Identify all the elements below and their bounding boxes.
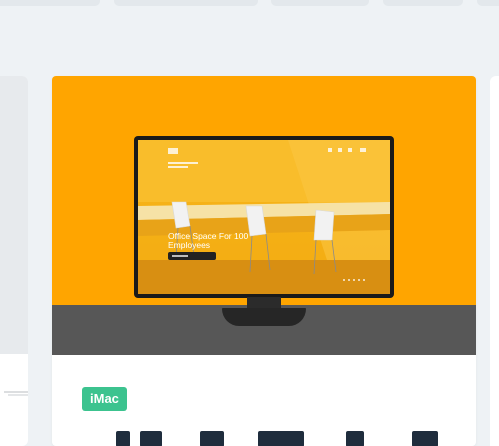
previous-product-card[interactable] (0, 76, 28, 446)
top-filter-pill[interactable] (271, 0, 369, 6)
previous-card-image (0, 76, 28, 354)
category-badge[interactable]: iMac (82, 387, 127, 411)
top-filter-pill[interactable] (477, 0, 499, 6)
product-image: Office Space For 100 Employees (52, 76, 476, 355)
top-filter-pill[interactable] (383, 0, 463, 6)
imac-screen: Office Space For 100 Employees (138, 140, 390, 294)
product-card[interactable]: Office Space For 100 Employees iMac (52, 76, 476, 446)
top-filter-pill[interactable] (0, 0, 100, 6)
screen-scene: Office Space For 100 Employees (138, 140, 390, 294)
next-product-card[interactable] (490, 76, 499, 446)
top-filter-pill[interactable] (114, 0, 258, 6)
imac-mockup: Office Space For 100 Employees (134, 136, 394, 298)
product-title-cropped[interactable] (82, 429, 462, 446)
imac-stand-foot (222, 308, 306, 326)
previous-card-device-edge (4, 391, 28, 396)
screen-headline-line2: Employees (168, 240, 210, 250)
